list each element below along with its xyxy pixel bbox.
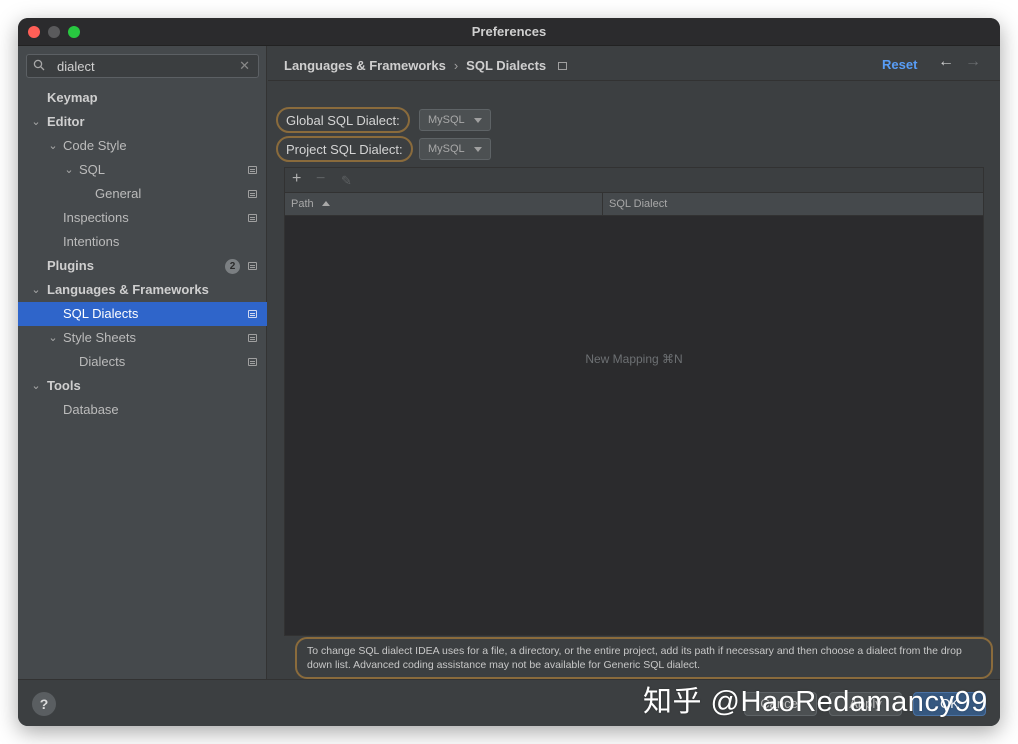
chevron-down-icon[interactable]: ⌄ <box>63 158 75 182</box>
sidebar-item-keymap[interactable]: Keymap <box>18 86 267 110</box>
sidebar-item-general[interactable]: General <box>18 182 267 206</box>
window-title: Preferences <box>471 24 547 39</box>
back-arrow-icon[interactable]: ← <box>938 53 954 71</box>
chevron-down-icon[interactable]: ⌄ <box>47 134 59 158</box>
breadcrumb-item[interactable]: Languages & Frameworks <box>284 58 446 73</box>
settings-content: Languages & Frameworks › SQL Dialects Rese… <box>268 46 1000 679</box>
sidebar-item-code-style[interactable]: ⌄ Code Style <box>18 134 267 158</box>
sidebar-item-label: Intentions <box>63 234 120 249</box>
sidebar-item-editor[interactable]: ⌄ Editor <box>18 110 267 134</box>
settings-sidebar: ✕ Keymap ⌄ Editor ⌄ Code Style ⌄ SQL Gen… <box>18 46 267 679</box>
global-dialect-label: Global SQL Dialect: <box>276 107 410 133</box>
project-dialect-label: Project SQL Dialect: <box>276 136 413 162</box>
project-scope-icon <box>248 358 257 366</box>
breadcrumb-item: SQL Dialects <box>466 58 547 73</box>
dialect-help-text: To change SQL dialect IDEA uses for a fi… <box>295 637 993 679</box>
sidebar-item-label: Style Sheets <box>63 330 136 345</box>
sidebar-item-label: General <box>95 186 142 201</box>
column-header-sql-dialect[interactable]: SQL Dialect <box>603 193 983 215</box>
empty-table-hint[interactable]: New Mapping ⌘N <box>285 352 983 366</box>
project-scope-icon <box>248 214 257 222</box>
sidebar-item-label: Plugins <box>47 258 94 273</box>
sidebar-item-dialects[interactable]: Dialects <box>18 350 267 374</box>
sidebar-item-label: SQL <box>79 162 106 177</box>
project-scope-icon <box>248 334 257 342</box>
sidebar-item-label: Editor <box>47 114 85 129</box>
sidebar-item-sql-dialects[interactable]: SQL Dialects <box>18 302 267 326</box>
search-input[interactable] <box>57 58 237 74</box>
sidebar-item-label: Database <box>63 402 119 417</box>
project-dialect-select[interactable]: MySQL <box>419 138 491 160</box>
settings-search[interactable]: ✕ <box>26 54 259 78</box>
clear-search-icon[interactable]: ✕ <box>239 58 250 74</box>
edit-icon[interactable]: ✎ <box>341 172 352 190</box>
column-header-path[interactable]: Path <box>285 193 603 215</box>
table-toolbar: + − ✎ <box>285 168 983 192</box>
project-dialect-value: MySQL <box>428 143 465 155</box>
dialect-mapping-table: + − ✎ Path SQL Dialect New Mapping ⌘N <box>284 167 984 636</box>
chevron-down-icon[interactable]: ⌄ <box>30 374 42 398</box>
header-divider <box>268 80 1000 81</box>
sidebar-item-label: Dialects <box>79 354 126 369</box>
project-scope-icon <box>558 62 568 70</box>
column-header-label: SQL Dialect <box>609 198 668 210</box>
forward-arrow-icon[interactable]: → <box>965 53 981 71</box>
project-scope-icon <box>248 310 257 318</box>
chevron-down-icon[interactable]: ⌄ <box>30 110 42 134</box>
sort-ascending-icon <box>321 201 330 206</box>
project-scope-icon <box>248 262 257 270</box>
add-icon[interactable]: + <box>292 170 301 188</box>
breadcrumb: Languages & Frameworks › SQL Dialects <box>284 58 568 74</box>
sidebar-item-sql[interactable]: ⌄ SQL <box>18 158 267 182</box>
project-scope-icon <box>248 166 257 174</box>
title-bar: Preferences <box>18 18 1000 46</box>
dropdown-arrow-icon <box>474 118 482 123</box>
breadcrumb-separator-icon: › <box>453 58 459 73</box>
sidebar-item-style-sheets[interactable]: ⌄ Style Sheets <box>18 326 267 350</box>
preferences-window: Preferences ✕ Keymap ⌄ Editor ⌄ Code Sty… <box>18 18 1000 726</box>
sidebar-item-label: Inspections <box>63 210 129 225</box>
table-header: Path SQL Dialect <box>285 192 983 216</box>
dropdown-arrow-icon <box>474 147 482 152</box>
sidebar-item-tools[interactable]: ⌄ Tools <box>18 374 267 398</box>
remove-icon[interactable]: − <box>316 170 325 188</box>
settings-tree: Keymap ⌄ Editor ⌄ Code Style ⌄ SQL Gener… <box>18 86 267 422</box>
sidebar-item-label: Languages & Frameworks <box>47 282 209 297</box>
reset-link[interactable]: Reset <box>882 57 917 72</box>
watermark: 知乎 @HaoRedamancy99 <box>643 686 988 718</box>
global-dialect-value: MySQL <box>428 114 465 126</box>
sidebar-item-label: Tools <box>47 378 81 393</box>
sidebar-item-database[interactable]: Database <box>18 398 267 422</box>
help-button[interactable]: ? <box>32 692 56 716</box>
project-scope-icon <box>248 190 257 198</box>
column-header-label: Path <box>291 198 314 210</box>
search-icon <box>33 59 45 71</box>
sidebar-item-label: SQL Dialects <box>63 306 139 321</box>
sidebar-item-plugins[interactable]: Plugins 2 <box>18 254 267 278</box>
chevron-down-icon[interactable]: ⌄ <box>30 278 42 302</box>
table-body[interactable]: New Mapping ⌘N <box>285 216 983 635</box>
plugins-update-badge: 2 <box>225 259 240 274</box>
sidebar-item-languages-frameworks[interactable]: ⌄ Languages & Frameworks <box>18 278 267 302</box>
sidebar-item-intentions[interactable]: Intentions <box>18 230 267 254</box>
chevron-down-icon[interactable]: ⌄ <box>47 326 59 350</box>
global-dialect-select[interactable]: MySQL <box>419 109 491 131</box>
sidebar-item-label: Code Style <box>63 138 127 153</box>
sidebar-item-label: Keymap <box>47 90 98 105</box>
sidebar-item-inspections[interactable]: Inspections <box>18 206 267 230</box>
